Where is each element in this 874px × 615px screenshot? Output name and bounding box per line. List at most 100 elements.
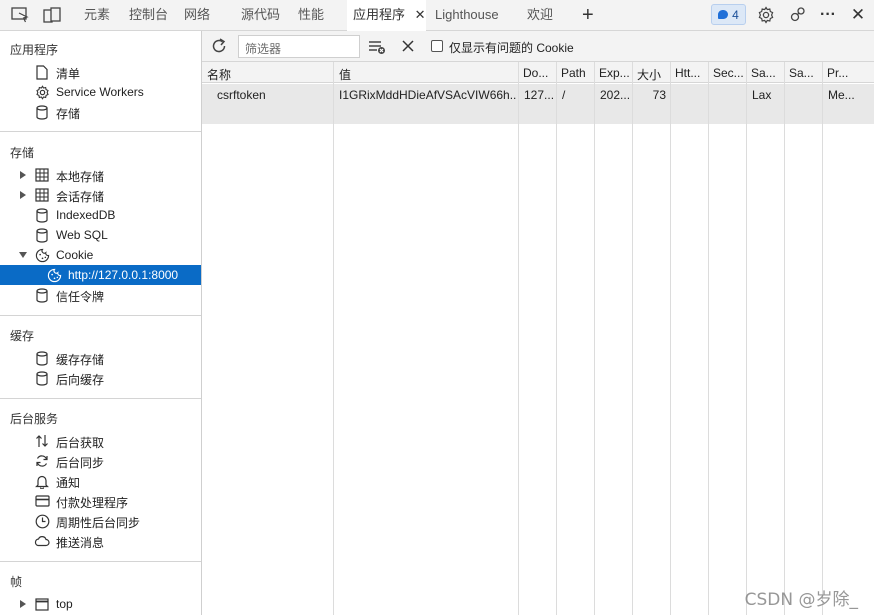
section-divider — [0, 315, 201, 316]
tab-lighthouse[interactable]: Lighthouse — [435, 0, 499, 30]
tab-application[interactable]: 应用程序 ✕ — [347, 0, 426, 31]
gear-icon — [34, 84, 50, 100]
sidebar-item-label: http://127.0.0.1:8000 — [68, 268, 179, 282]
sidebar-item-label: 清单 — [56, 67, 81, 81]
sidebar-item-frame-top[interactable]: top — [0, 594, 201, 614]
document-icon — [34, 64, 50, 80]
section-divider — [0, 398, 201, 399]
add-tab-button[interactable]: + — [582, 0, 594, 30]
sidebar-item-notifications[interactable]: 通知 — [0, 471, 201, 491]
tab-performance[interactable]: 性能 — [298, 0, 324, 30]
table-row[interactable]: csrftoken I1GRixMddHDieAfVSAcVIW66h... 1… — [202, 84, 874, 104]
sidebar-item-storage[interactable]: 存储 — [0, 102, 201, 122]
filter-input[interactable] — [238, 35, 360, 58]
cell-size: 73 — [652, 88, 666, 102]
close-devtools-button[interactable]: ✕ — [847, 5, 869, 25]
cell-expires: 202... — [600, 88, 631, 102]
sidebar-item-payment-handler[interactable]: 付款处理程序 — [0, 491, 201, 511]
expand-arrow-icon[interactable] — [18, 598, 28, 610]
expand-arrow-icon[interactable] — [18, 169, 28, 181]
table-header-row: 名称 值 Do... Path Exp... 大小 Htt... Sec... … — [202, 62, 874, 83]
column-header-priority[interactable]: Pr... — [827, 66, 867, 80]
column-divider[interactable] — [784, 62, 785, 615]
close-tab-icon[interactable]: ✕ — [413, 0, 427, 30]
more-options-button[interactable]: ··· — [817, 5, 839, 25]
devtools-tab-bar: 元素 控制台 网络 源代码 性能 应用程序 ✕ Lighthouse 欢迎 + 4… — [0, 0, 874, 31]
sidebar-item-label: 会话存储 — [56, 190, 105, 204]
cell-priority: Me... — [828, 88, 855, 102]
column-divider[interactable] — [822, 62, 823, 615]
inspect-element-icon[interactable] — [9, 5, 31, 25]
sidebar-item-cookie[interactable]: Cookie — [0, 245, 201, 265]
only-issues-label: 仅显示有问题的 Cookie — [449, 41, 574, 55]
column-header-httponly[interactable]: Htt... — [675, 66, 709, 80]
column-header-samesite[interactable]: Sa... — [751, 66, 785, 80]
issues-counter-button[interactable]: 4 — [711, 4, 746, 25]
column-divider[interactable] — [556, 62, 557, 615]
sidebar-item-push-messaging[interactable]: 推送消息 — [0, 531, 201, 551]
delete-selected-icon[interactable] — [401, 39, 417, 55]
tab-console[interactable]: 控制台 — [129, 0, 168, 30]
column-header-value[interactable]: 值 — [339, 66, 514, 83]
cloud-icon — [34, 533, 50, 549]
grid-icon — [34, 187, 50, 203]
sidebar-item-label: 付款处理程序 — [56, 496, 129, 510]
only-issues-checkbox[interactable] — [431, 40, 443, 52]
expand-arrow-icon[interactable] — [18, 189, 28, 201]
tab-sources[interactable]: 源代码 — [241, 0, 280, 30]
database-icon — [34, 287, 50, 303]
sidebar-item-background-sync[interactable]: 后台同步 — [0, 451, 201, 471]
column-header-domain[interactable]: Do... — [523, 66, 557, 80]
sidebar-item-local-storage[interactable]: 本地存储 — [0, 165, 201, 185]
bell-icon — [34, 473, 50, 489]
column-divider[interactable] — [670, 62, 671, 615]
sidebar-item-manifest[interactable]: 清单 — [0, 62, 201, 82]
sidebar-item-cache-storage[interactable]: 缓存存储 — [0, 348, 201, 368]
section-title-frames: 帧 — [10, 575, 23, 589]
database-icon — [34, 104, 50, 120]
cookie-icon — [46, 267, 62, 283]
sidebar-item-service-workers[interactable]: Service Workers — [0, 82, 201, 102]
device-emulation-icon[interactable] — [41, 5, 63, 25]
column-divider[interactable] — [632, 62, 633, 615]
sidebar-item-label: 信任令牌 — [56, 290, 105, 304]
sidebar-item-indexeddb[interactable]: IndexedDB — [0, 205, 201, 225]
column-divider[interactable] — [746, 62, 747, 615]
sidebar-item-session-storage[interactable]: 会话存储 — [0, 185, 201, 205]
refresh-icon[interactable] — [210, 37, 230, 57]
cookie-table: 名称 值 Do... Path Exp... 大小 Htt... Sec... … — [202, 62, 874, 615]
sidebar-item-trust-tokens[interactable]: 信任令牌 — [0, 285, 201, 305]
column-header-name[interactable]: 名称 — [207, 66, 327, 83]
column-header-expires[interactable]: Exp... — [599, 66, 633, 80]
column-divider[interactable] — [518, 62, 519, 615]
arrows-up-down-icon — [34, 433, 50, 449]
column-divider[interactable] — [594, 62, 595, 615]
column-header-size[interactable]: 大小 — [637, 66, 671, 83]
sidebar-item-cookie-origin[interactable]: http://127.0.0.1:8000 — [0, 265, 201, 285]
column-divider[interactable] — [333, 62, 334, 615]
settings-gear-icon[interactable] — [755, 5, 777, 25]
sidebar-item-label: Cookie — [56, 248, 94, 262]
column-header-path[interactable]: Path — [561, 66, 595, 80]
database-icon — [34, 350, 50, 366]
sidebar-item-web-sql[interactable]: Web SQL — [0, 225, 201, 245]
clear-filtered-cookies-icon[interactable] — [368, 39, 386, 55]
cell-name: csrftoken — [217, 88, 266, 102]
tab-network[interactable]: 网络 — [184, 0, 210, 30]
sidebar-item-label: Web SQL — [56, 228, 108, 242]
watermark: CSDN @岁除_ — [744, 590, 858, 610]
sidebar-item-label: 后向缓存 — [56, 373, 105, 387]
section-title-application: 应用程序 — [10, 43, 59, 57]
column-header-sameparty[interactable]: Sa... — [789, 66, 823, 80]
sidebar-item-periodic-background-sync[interactable]: 周期性后台同步 — [0, 511, 201, 531]
cookie-icon — [34, 247, 50, 263]
collapse-arrow-icon[interactable] — [18, 249, 28, 261]
column-header-secure[interactable]: Sec... — [713, 66, 747, 80]
sidebar-item-back-forward-cache[interactable]: 后向缓存 — [0, 368, 201, 388]
tab-welcome[interactable]: 欢迎 — [527, 0, 553, 30]
sync-icon — [34, 453, 50, 469]
column-divider[interactable] — [708, 62, 709, 615]
customize-icon[interactable] — [787, 5, 809, 25]
tab-elements[interactable]: 元素 — [84, 0, 110, 30]
sidebar-item-background-fetch[interactable]: 后台获取 — [0, 431, 201, 451]
